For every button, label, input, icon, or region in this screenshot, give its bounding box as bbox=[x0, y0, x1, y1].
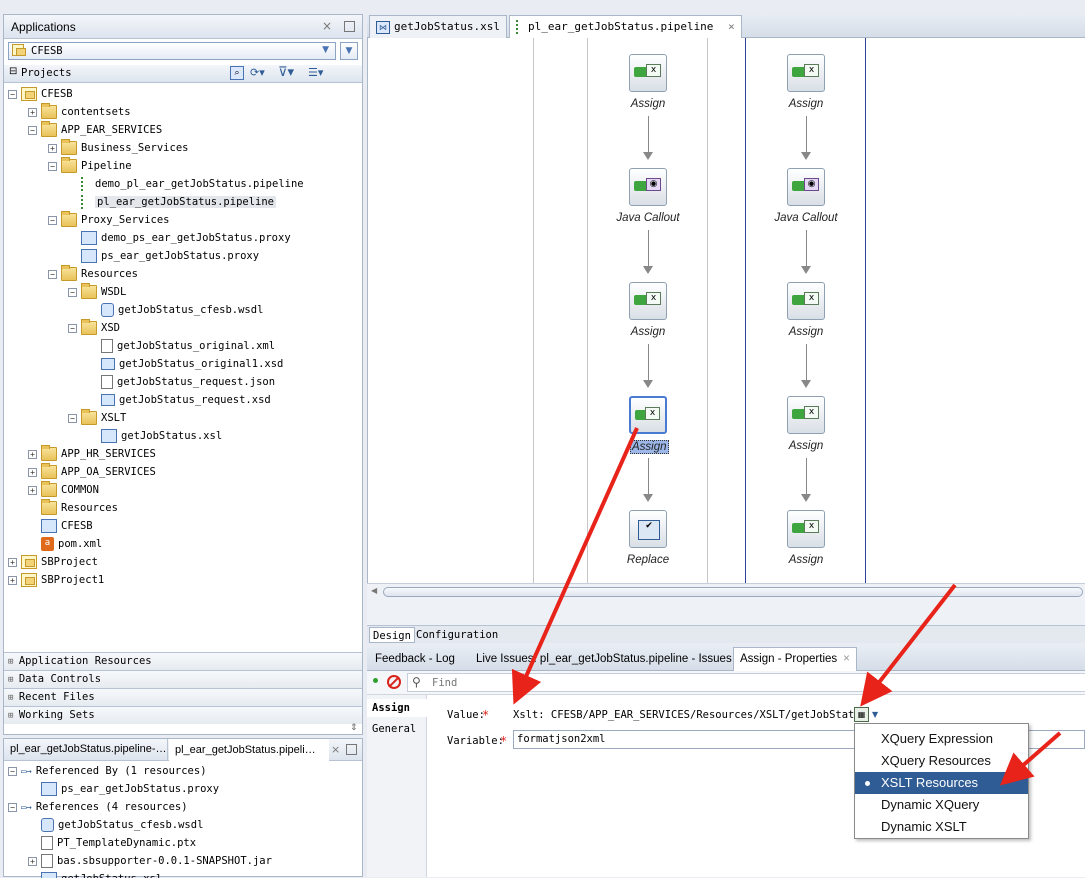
annotation-arrow bbox=[511, 427, 639, 705]
annotation-arrows bbox=[511, 427, 1062, 786]
annotation-arrow bbox=[860, 583, 957, 707]
annotation-arrow bbox=[999, 731, 1062, 786]
